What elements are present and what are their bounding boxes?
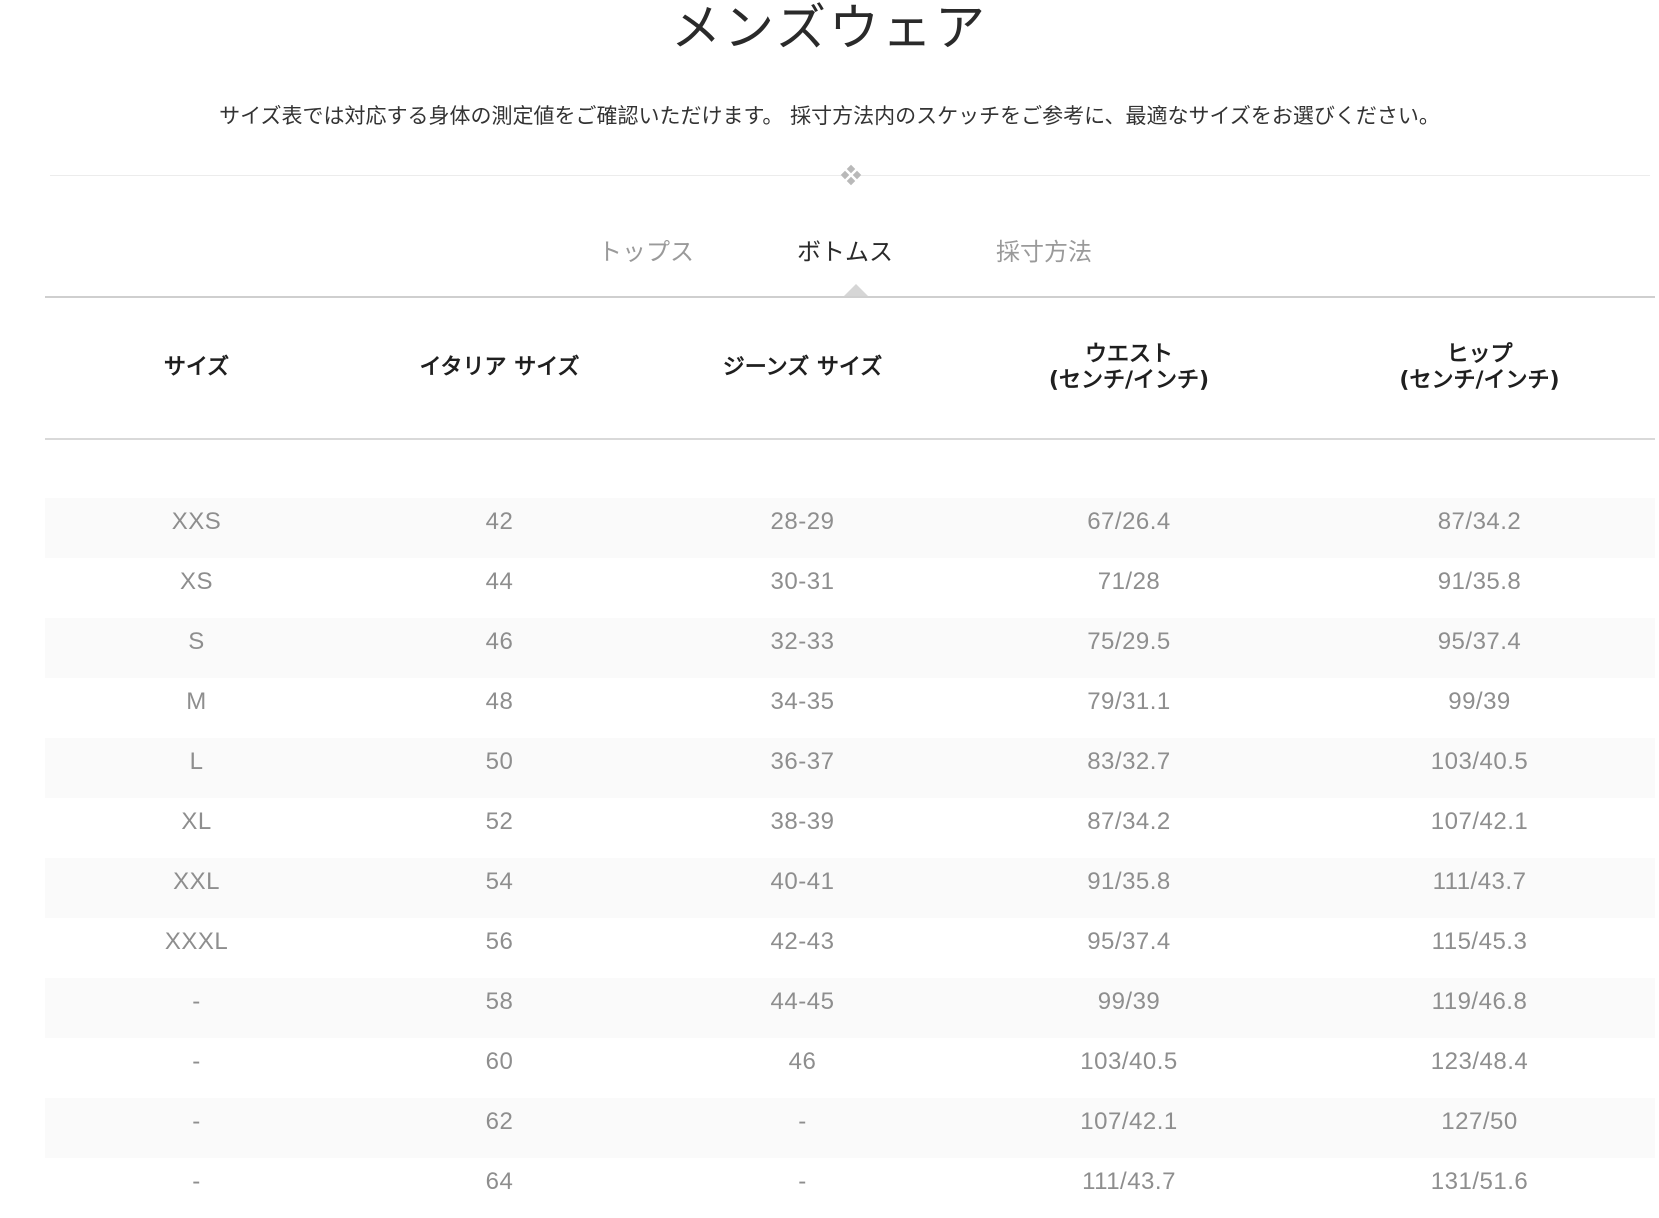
tab-bottoms[interactable]: ボトムス [797, 232, 893, 272]
table-cell: 91/35.8 [1437, 568, 1522, 595]
table-cell: 56 [485, 928, 514, 955]
table-cell: 28-29 [770, 508, 835, 535]
table-cell: 62 [485, 1108, 514, 1135]
table-cell: 123/48.4 [1430, 1048, 1529, 1075]
table-row: - 62 - 107/42.1 127/50 [45, 1098, 1655, 1158]
table-cell: 42-43 [770, 928, 835, 955]
table-cell: 46 [485, 628, 514, 655]
table-cell: 115/45.3 [1431, 928, 1528, 955]
table-cell: 40-41 [770, 868, 835, 895]
table-cell: 91/35.8 [1087, 868, 1171, 895]
table-cell: - [798, 1168, 807, 1195]
table-cell: 87/34.2 [1437, 508, 1522, 535]
table-cell: 50 [485, 748, 514, 775]
table-cell: 30-31 [770, 568, 835, 595]
table-cell: 95/37.4 [1087, 928, 1171, 955]
table-cell: 60 [485, 1048, 514, 1075]
page-subtitle: サイズ表では対応する身体の測定値をご確認いただけます。 採寸方法内のスケッチをご… [219, 104, 1440, 128]
table-cell: 38-39 [770, 808, 835, 835]
table-cell: 107/42.1 [1430, 808, 1529, 835]
table-cell: 44 [485, 568, 514, 595]
table-cell: - [192, 1168, 201, 1195]
table-cell: 64 [485, 1168, 514, 1195]
table-cell: 34-35 [770, 688, 835, 715]
table-row: XXXL 56 42-43 95/37.4 115/45.3 [45, 918, 1655, 978]
tab-how-to-measure[interactable]: 採寸方法 [996, 232, 1092, 272]
table-cell: 46 [788, 1048, 817, 1075]
table-cell: 52 [485, 808, 514, 835]
table-cell: XL [181, 808, 212, 835]
table-header: サイズ イタリア サイズ ジーンズ サイズ ウエスト (センチ/インチ) ヒップ… [45, 298, 1655, 440]
header-jeans-size: ジーンズ サイズ [722, 355, 883, 380]
table-cell: S [188, 628, 205, 655]
table-cell: 103/40.5 [1080, 1048, 1178, 1075]
table-row: S 46 32-33 75/29.5 95/37.4 [45, 618, 1655, 678]
table-cell: 103/40.5 [1430, 748, 1529, 775]
header-waist: ウエスト (センチ/インチ) [1048, 342, 1210, 393]
table-cell: 36-37 [770, 748, 835, 775]
size-chart-tabs: トップス ボトムス 採寸方法 [0, 232, 1659, 292]
table-cell: 32-33 [770, 628, 835, 655]
table-cell: M [186, 688, 207, 715]
table-cell: 75/29.5 [1087, 628, 1171, 655]
table-cell: 54 [485, 868, 514, 895]
table-row: XXL 54 40-41 91/35.8 111/43.7 [45, 858, 1655, 918]
table-cell: 83/32.7 [1087, 748, 1171, 775]
table-row: L 50 36-37 83/32.7 103/40.5 [45, 738, 1655, 798]
table-cell: - [798, 1108, 807, 1135]
table-cell: 79/31.1 [1087, 688, 1171, 715]
table-cell: 44-45 [770, 988, 835, 1015]
table-row: - 60 46 103/40.5 123/48.4 [45, 1038, 1655, 1098]
table-cell: 67/26.4 [1087, 508, 1171, 535]
page-title: メンズウェア [671, 0, 988, 57]
table-cell: 111/43.7 [1432, 868, 1527, 895]
table-cell: - [192, 1048, 201, 1075]
table-cell: 71/28 [1097, 568, 1161, 595]
table-cell: 95/37.4 [1437, 628, 1522, 655]
table-cell: 58 [485, 988, 514, 1015]
caret-up-icon [844, 284, 868, 296]
header-hip: ヒップ (センチ/インチ) [1399, 342, 1560, 393]
table-row: XS 44 30-31 71/28 91/35.8 [45, 558, 1655, 618]
table-body: XXS 42 28-29 67/26.4 87/34.2 XS 44 30-31 71/28 91… [45, 498, 1655, 1218]
table-cell: 87/34.2 [1087, 808, 1171, 835]
table-row: - 58 44-45 99/39 119/46.8 [45, 978, 1655, 1038]
table-cell: 99/39 [1097, 988, 1161, 1015]
table-cell: 127/50 [1441, 1108, 1518, 1135]
table-cell: - [192, 988, 201, 1015]
table-cell: XXXL [164, 928, 229, 955]
header-size: サイズ [163, 355, 230, 380]
table-row: - 64 - 111/43.7 131/51.6 [45, 1158, 1655, 1218]
tab-tops[interactable]: トップス [598, 232, 694, 272]
table-cell: 107/42.1 [1080, 1108, 1178, 1135]
table-cell: 119/46.8 [1431, 988, 1528, 1015]
table-cell: 42 [485, 508, 514, 535]
diamond-ornament-icon [840, 164, 862, 186]
size-table: サイズ イタリア サイズ ジーンズ サイズ ウエスト (センチ/インチ) ヒップ… [45, 298, 1655, 1218]
table-cell: - [192, 1108, 201, 1135]
table-cell: XXL [173, 868, 220, 895]
table-cell: L [189, 748, 204, 775]
table-row: XL 52 38-39 87/34.2 107/42.1 [45, 798, 1655, 858]
table-row: M 48 34-35 79/31.1 99/39 [45, 678, 1655, 738]
table-cell: XXS [171, 508, 222, 535]
table-cell: XS [179, 568, 213, 595]
table-cell: 131/51.6 [1430, 1168, 1529, 1195]
table-row: XXS 42 28-29 67/26.4 87/34.2 [45, 498, 1655, 558]
header-italy-size: イタリア サイズ [419, 355, 580, 380]
table-cell: 99/39 [1448, 688, 1511, 715]
table-cell: 48 [485, 688, 514, 715]
table-cell: 111/43.7 [1082, 1168, 1176, 1195]
